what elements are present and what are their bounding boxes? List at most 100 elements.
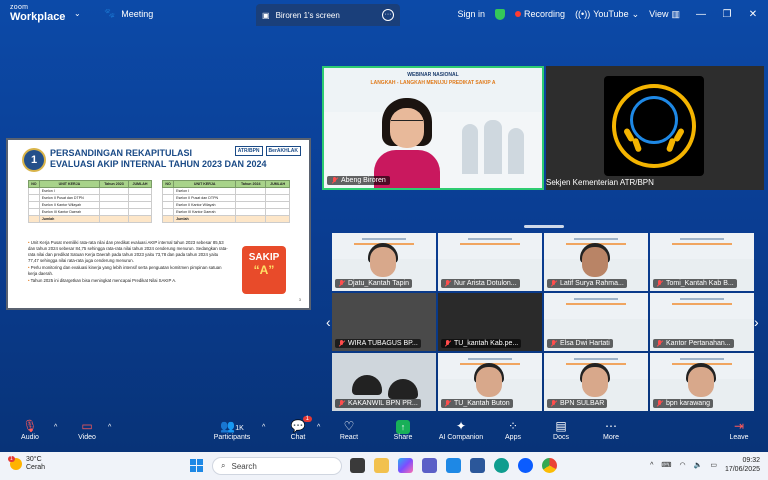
- banner-subtitle: LANGKAH - LANGKAH MENUJU PREDIKAT SAKIP …: [370, 80, 496, 86]
- heart-icon: ♡: [343, 419, 355, 433]
- search-icon: ⌕: [221, 461, 226, 470]
- participant-tile[interactable]: WIRA TUBAGUS BP...: [332, 293, 436, 351]
- chevron-up-icon[interactable]: ^: [108, 424, 111, 431]
- background-illustration: [458, 116, 528, 186]
- react-button[interactable]: ♡ React: [325, 418, 373, 441]
- chevron-up-icon[interactable]: ^: [54, 424, 57, 431]
- slide-page-number: 3: [298, 297, 301, 302]
- table-total-label: Jumlah: [38, 215, 101, 223]
- gallery-drag-handle[interactable]: [524, 225, 564, 228]
- title-bar: zoom Workplace ⌄ 🐾 Meeting ▣ Biroren 1's…: [0, 0, 768, 28]
- view-layout-icon: ▥: [671, 8, 680, 19]
- mic-muted-icon: [444, 280, 451, 287]
- ai-companion-button[interactable]: ✦ AI Companion: [429, 418, 493, 441]
- participant-tile-logo[interactable]: [546, 66, 764, 190]
- chevron-left-icon[interactable]: ‹: [326, 314, 331, 330]
- youtube-stream-button[interactable]: ((•)) YouTube ⌄: [575, 9, 639, 20]
- apps-button[interactable]: ⁘ Apps: [489, 418, 537, 441]
- active-speaker-video[interactable]: WEBINAR NASIONAL LANGKAH - LANGKAH MENUJ…: [322, 66, 544, 190]
- participant-name-tag: bpn karawang: [653, 399, 713, 408]
- app-icon[interactable]: [446, 458, 461, 473]
- weather-widget[interactable]: 1 30°C Cerah: [8, 456, 45, 472]
- shared-screen-view[interactable]: 1 PERSANDINGAN REKAPITULASI EVALUASI AKI…: [6, 138, 311, 310]
- view-label: View: [649, 9, 669, 19]
- chat-button[interactable]: 💬 1 Chat: [274, 416, 322, 441]
- slide-number-badge: 1: [24, 150, 44, 170]
- share-arrow-icon: ↑: [396, 420, 410, 434]
- chevron-up-icon[interactable]: ^: [262, 424, 265, 431]
- participant-tile[interactable]: TU_kantah Kab.pe...: [438, 293, 542, 351]
- table-header: Tahun 2023: [99, 180, 129, 188]
- participants-button[interactable]: 👥1K Participants: [208, 418, 256, 441]
- more-options-icon[interactable]: ···: [382, 9, 394, 21]
- participant-tile[interactable]: Elsa Dwi Hartati: [544, 293, 648, 351]
- edge-icon[interactable]: [494, 458, 509, 473]
- chevron-up-icon[interactable]: ^: [317, 424, 320, 431]
- participant-tile[interactable]: Djatu_Kantah Tapin: [332, 233, 436, 291]
- clock[interactable]: 09:32 17/06/2025: [725, 456, 760, 474]
- search-placeholder: Search: [231, 461, 257, 471]
- share-button[interactable]: ↑ Share: [379, 418, 427, 441]
- participant-tile[interactable]: Latif Surya Rahma...: [544, 233, 648, 291]
- sparkle-icon: ✦: [455, 419, 467, 433]
- table-total-label: Jumlah: [173, 215, 237, 223]
- slide-title-line1: PERSANDINGAN REKAPITULASI: [50, 148, 193, 158]
- participant-tile[interactable]: KAKANWIL BPN PR...: [332, 353, 436, 411]
- chrome-icon[interactable]: [542, 458, 557, 473]
- meeting-tab[interactable]: 🐾 Meeting: [104, 8, 153, 19]
- bullet-item: Unit Kerja Pusat memiliki rata-rata nila…: [28, 240, 228, 264]
- security-shield-icon[interactable]: [495, 8, 506, 20]
- copilot-icon[interactable]: [398, 458, 413, 473]
- participant-tile[interactable]: Kantor Pertanahan...: [650, 293, 754, 351]
- participant-name-tag: Nur Arista Dotulon...: [441, 279, 520, 288]
- more-button[interactable]: ⋯ More: [587, 418, 635, 441]
- sign-in-button[interactable]: Sign in: [458, 9, 486, 19]
- participant-tile[interactable]: Nur Arista Dotulon...: [438, 233, 542, 291]
- docs-button[interactable]: ▤ Docs: [537, 418, 585, 441]
- mic-muted-icon: [550, 400, 557, 407]
- volume-icon[interactable]: 🔈: [694, 461, 703, 469]
- wifi-icon[interactable]: ◠: [680, 461, 686, 469]
- zoom-app-icon[interactable]: [518, 458, 533, 473]
- teams-icon[interactable]: [422, 458, 437, 473]
- docs-label: Docs: [553, 434, 569, 441]
- shared-screen-label: Biroren 1's screen: [275, 10, 340, 20]
- battery-icon[interactable]: ▭: [710, 461, 717, 469]
- participant-name: Kantor Pertanahan...: [666, 340, 731, 347]
- close-icon[interactable]: ✕: [742, 9, 764, 20]
- chevron-down-icon: ⌄: [631, 8, 640, 19]
- participant-name: Sekjen Kementerian ATR/BPN: [546, 178, 654, 187]
- taskbar-search[interactable]: ⌕ Search: [212, 457, 342, 475]
- bullet-item: Perlu monitoring dan evaluasi kinerja ya…: [28, 265, 228, 277]
- minimize-icon[interactable]: —: [690, 9, 712, 20]
- clock-time: 09:32: [742, 457, 760, 464]
- chevron-down-icon[interactable]: ⌄: [74, 9, 81, 18]
- chat-label: Chat: [290, 434, 306, 441]
- participant-tile[interactable]: TU_Kantah Buton: [438, 353, 542, 411]
- audio-button[interactable]: 🎙 Audio: [6, 418, 54, 441]
- zoom-window: zoom Workplace ⌄ 🐾 Meeting ▣ Biroren 1's…: [0, 0, 768, 452]
- participant-tile[interactable]: BPN SULBAR: [544, 353, 648, 411]
- apps-label: Apps: [505, 434, 521, 441]
- file-explorer-icon[interactable]: [374, 458, 389, 473]
- store-icon[interactable]: [470, 458, 485, 473]
- share-label: Share: [393, 434, 413, 441]
- windows-start-icon[interactable]: [190, 459, 203, 472]
- restore-icon[interactable]: ❐: [716, 9, 738, 20]
- participant-name: bpn karawang: [666, 400, 710, 407]
- video-button[interactable]: ▭ Video: [63, 418, 111, 441]
- participant-name-tag: Djatu_Kantah Tapin: [335, 279, 412, 288]
- chevron-up-icon[interactable]: ^: [650, 462, 653, 469]
- view-button[interactable]: View ▥: [649, 9, 680, 20]
- recording-indicator[interactable]: Recording: [515, 9, 565, 19]
- zoom-workplace-logo[interactable]: zoom Workplace: [10, 4, 65, 23]
- mic-muted-icon: [550, 340, 557, 347]
- atr-bpn-logo: ATR/BPN: [234, 146, 263, 156]
- task-view-icon[interactable]: [350, 458, 365, 473]
- shared-screen-tab[interactable]: ▣ Biroren 1's screen ···: [256, 4, 400, 26]
- participant-tile[interactable]: Tomi_Kantah Kab B...: [650, 233, 754, 291]
- participant-tile[interactable]: bpn karawang: [650, 353, 754, 411]
- leave-button[interactable]: ⇥ Leave: [715, 418, 763, 441]
- windows-taskbar: 1 30°C Cerah ⌕ Search ^ ⌨ ◠ 🔈 ▭ 09:32 17…: [0, 452, 768, 480]
- language-icon[interactable]: ⌨: [661, 461, 671, 469]
